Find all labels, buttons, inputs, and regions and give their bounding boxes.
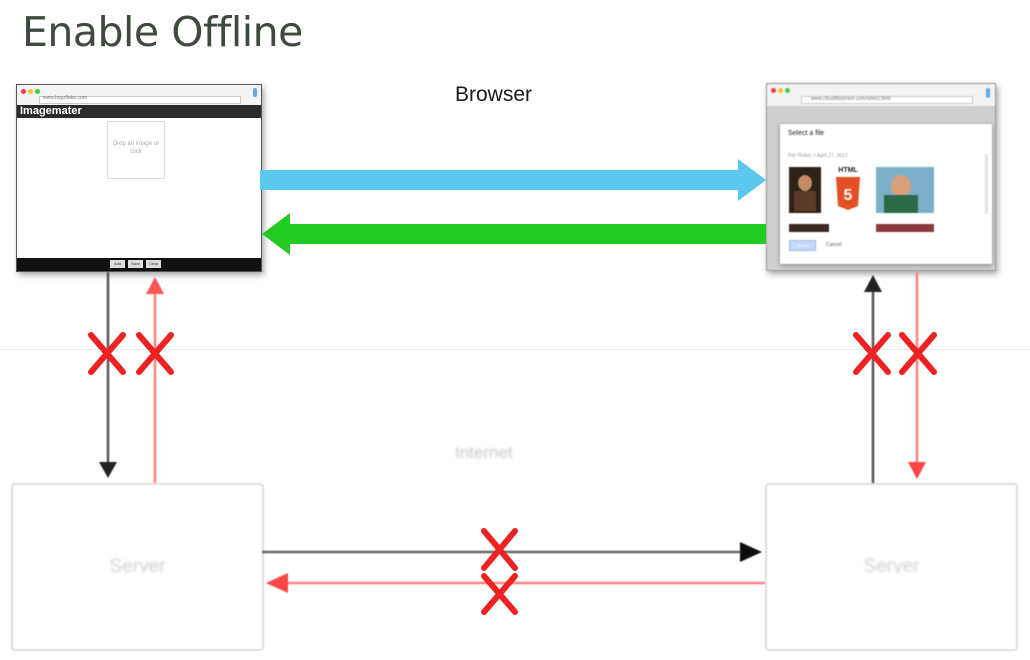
server-link-right-arrowhead <box>740 542 762 562</box>
blocked-x-icon <box>481 528 518 571</box>
blue-arrow-right <box>260 159 766 201</box>
green-arrow-left <box>262 213 766 255</box>
right-up-arrowhead <box>864 275 882 292</box>
left-up-arrowhead <box>146 277 164 294</box>
left-down-arrowhead <box>99 462 117 478</box>
blocked-x-icon <box>481 573 518 615</box>
server-link-left-arrowhead <box>266 573 288 593</box>
right-down-arrowhead <box>908 462 926 479</box>
diagram-connectors <box>88 159 937 615</box>
